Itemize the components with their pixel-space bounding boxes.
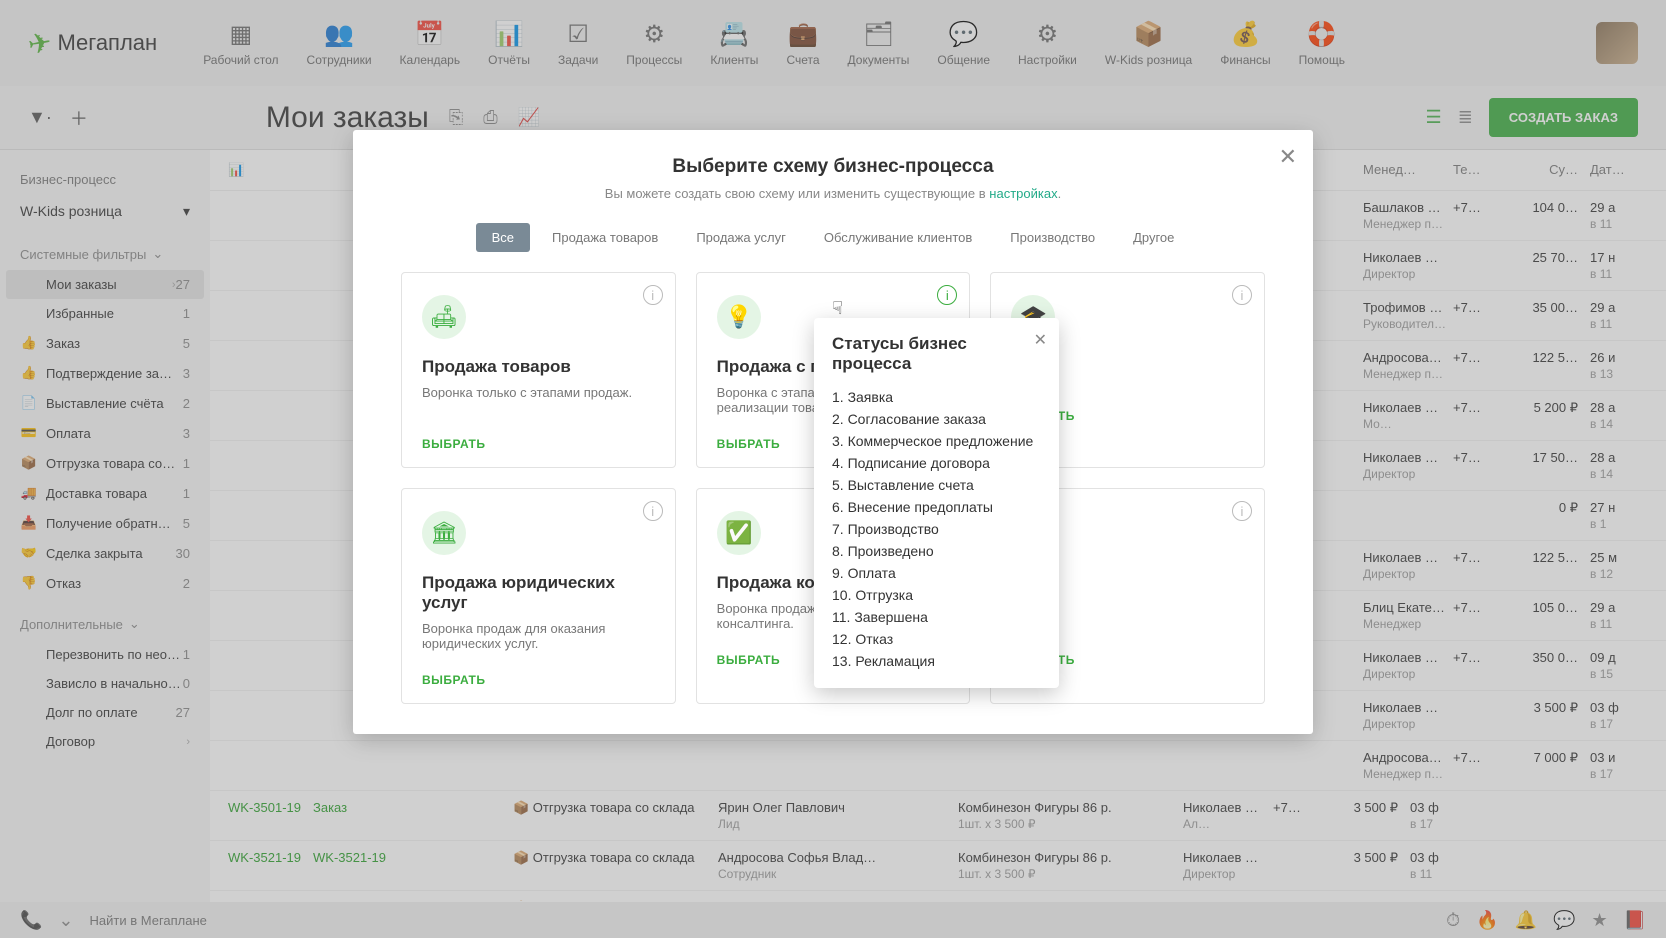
status-item: 9. Оплата (832, 562, 1041, 584)
status-item: 5. Выставление счета (832, 474, 1041, 496)
modal-tab[interactable]: Обслуживание клиентов (808, 223, 988, 252)
card-select-button[interactable]: ВЫБРАТЬ (422, 673, 655, 687)
modal-tabs: ВсеПродажа товаровПродажа услугОбслужива… (353, 209, 1313, 272)
card-title: Продажа товаров (422, 357, 655, 377)
scheme-card: i 🏛 Продажа юридических услуг Воронка пр… (401, 488, 676, 704)
modal-tab[interactable]: Продажа услуг (680, 223, 802, 252)
card-select-button[interactable]: ВЫБРАТЬ (422, 437, 655, 451)
modal-subtitle: Вы можете создать свою схему или изменит… (373, 186, 1293, 201)
info-icon[interactable]: i (1232, 501, 1252, 521)
modal-title: Выберите схему бизнес-процесса (373, 156, 1293, 178)
card-title: Продажа юридических услуг (422, 573, 655, 613)
card-icon: 💡 (717, 295, 761, 339)
modal-tab[interactable]: Производство (994, 223, 1111, 252)
info-icon[interactable]: i (1232, 285, 1252, 305)
status-item: 4. Подписание договора (832, 452, 1041, 474)
info-icon[interactable]: i (937, 285, 957, 305)
status-item: 12. Отказ (832, 628, 1041, 650)
scheme-card: i 🛋 Продажа товаров Воронка только с эта… (401, 272, 676, 468)
modal-tab[interactable]: Другое (1117, 223, 1190, 252)
status-item: 13. Рекламация (832, 650, 1041, 672)
popover-close-button[interactable]: ✕ (1034, 330, 1047, 350)
status-item: 6. Внесение предоплаты (832, 496, 1041, 518)
modal-tab[interactable]: Все (476, 223, 530, 252)
status-item: 10. Отгрузка (832, 584, 1041, 606)
modal-close-button[interactable]: ✕ (1279, 144, 1297, 170)
modal-tab[interactable]: Продажа товаров (536, 223, 674, 252)
info-icon[interactable]: i (643, 501, 663, 521)
status-item: 7. Производство (832, 518, 1041, 540)
settings-link[interactable]: настройках (989, 186, 1057, 201)
card-icon: ✅ (717, 511, 761, 555)
card-desc: Воронка продаж для оказания юридических … (422, 621, 655, 659)
card-desc: Воронка только с этапами продаж. (422, 385, 655, 423)
statuses-popover: ✕ Статусы бизнес процесса 1. Заявка2. Со… (814, 318, 1059, 688)
status-item: 1. Заявка (832, 386, 1041, 408)
status-item: 11. Завершена (832, 606, 1041, 628)
status-item: 2. Согласование заказа (832, 408, 1041, 430)
modal-overlay: Выберите схему бизнес-процесса Вы можете… (0, 0, 1666, 938)
card-icon: 🛋 (422, 295, 466, 339)
info-icon[interactable]: i (643, 285, 663, 305)
status-item: 3. Коммерческое предложение (832, 430, 1041, 452)
status-item: 8. Произведено (832, 540, 1041, 562)
popover-title: Статусы бизнес процесса (832, 334, 1041, 374)
card-icon: 🏛 (422, 511, 466, 555)
